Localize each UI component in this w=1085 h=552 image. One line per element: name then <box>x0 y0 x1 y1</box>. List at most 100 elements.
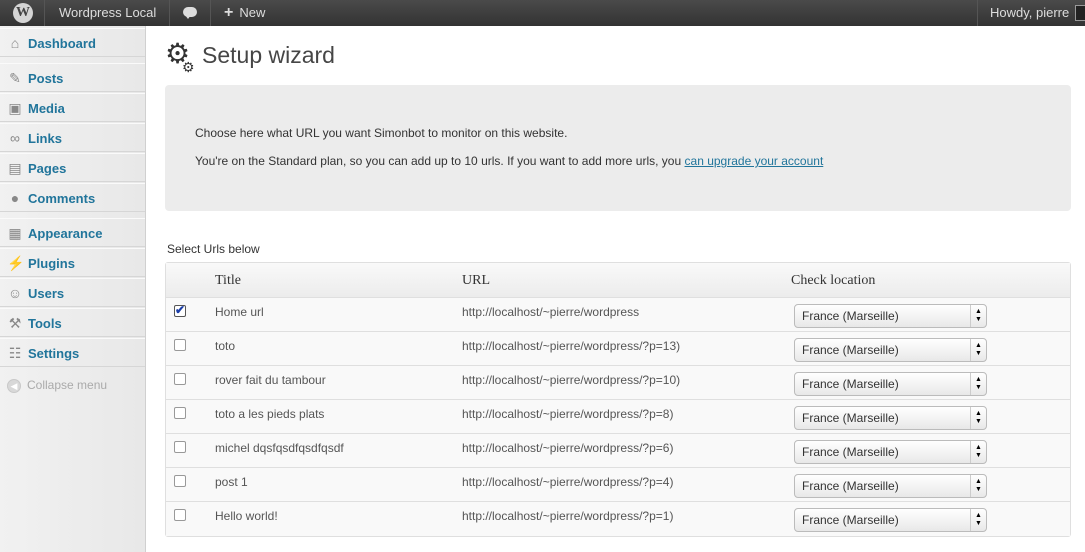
row-url: http://localhost/~pierre/wordpress/?p=8) <box>462 407 674 421</box>
location-select[interactable]: France (Marseille) ▲ ▼ <box>794 508 987 532</box>
table-row: Hello world! http://localhost/~pierre/wor… <box>166 502 1070 536</box>
select-arrows-icon: ▲ ▼ <box>970 509 986 531</box>
wordpress-logo-icon[interactable]: W <box>8 0 38 26</box>
collapse-arrow-icon: ◀ <box>7 378 21 393</box>
link-icon: ∞ <box>10 130 20 146</box>
row-title: rover fait du tambour <box>215 373 326 387</box>
table-row: toto http://localhost/~pierre/wordpress/?… <box>166 332 1070 366</box>
location-value: France (Marseille) <box>802 513 899 527</box>
row-url: http://localhost/~pierre/wordpress/?p=10… <box>462 373 681 387</box>
site-name-link[interactable]: Wordpress Local <box>59 0 156 26</box>
location-value: France (Marseille) <box>802 445 899 459</box>
info-notice: Choose here what URL you want Simonbot t… <box>165 85 1071 211</box>
row-url: http://localhost/~pierre/wordpress/?p=6) <box>462 441 674 455</box>
row-title: michel dqsfqsdfqsdfqsdf <box>215 441 344 455</box>
notice-text: Choose here what URL you want Simonbot t… <box>195 126 568 140</box>
url-checkbox[interactable] <box>174 441 186 453</box>
gears-icon: ⚙ ⚙ <box>165 38 195 75</box>
location-value: France (Marseille) <box>802 343 899 357</box>
table-header: Title URL Check location <box>166 263 1070 298</box>
divider <box>977 0 978 26</box>
appearance-icon: ▦ <box>8 225 22 241</box>
row-title: toto a les pieds plats <box>215 407 325 421</box>
sidebar-item-comments[interactable]: ● Comments <box>0 183 145 212</box>
url-checkbox[interactable] <box>174 303 186 317</box>
select-arrows-icon: ▲ ▼ <box>970 475 986 497</box>
sidebar-item-tools[interactable]: ⚒ Tools <box>0 308 145 337</box>
url-checkbox[interactable] <box>174 373 186 385</box>
location-value: France (Marseille) <box>802 377 899 391</box>
sidebar-item-appearance[interactable]: ▦ Appearance <box>0 218 145 247</box>
upgrade-account-link[interactable]: can upgrade your account <box>685 154 824 168</box>
sidebar-item-label: Settings <box>28 346 80 361</box>
select-arrows-icon: ▲ ▼ <box>970 441 986 463</box>
sidebar-item-label: Comments <box>28 191 96 206</box>
sidebar-item-links[interactable]: ∞ Links <box>0 123 145 152</box>
location-select[interactable]: France (Marseille) ▲ ▼ <box>794 406 987 430</box>
collapse-menu-label: Collapse menu <box>27 378 108 392</box>
sidebar-item-media[interactable]: ▣ Media <box>0 93 145 122</box>
settings-icon: ☷ <box>8 345 22 361</box>
account-menu[interactable]: Howdy, pierre <box>990 0 1069 26</box>
location-select[interactable]: France (Marseille) ▲ ▼ <box>794 304 987 328</box>
sidebar-item-label: Media <box>28 101 65 116</box>
table-row: toto a les pieds plats http://localhost/~… <box>166 400 1070 434</box>
column-header-url: URL <box>462 273 490 288</box>
plan-text: You're on the Standard plan, so you can … <box>195 154 682 168</box>
row-url: http://localhost/~pierre/wordpress/?p=13… <box>462 339 681 353</box>
plug-icon: ⚡ <box>7 255 25 271</box>
sidebar-item-settings[interactable]: ☷ Settings <box>0 338 145 367</box>
new-label: New <box>239 5 266 20</box>
column-header-title: Title <box>215 273 241 288</box>
row-url: http://localhost/~pierre/wordpress <box>462 305 640 319</box>
row-title: Home url <box>215 305 264 319</box>
dashboard-icon: ⌂ <box>10 35 20 51</box>
url-checkbox[interactable] <box>174 339 186 351</box>
row-title: toto <box>215 339 236 353</box>
table-row: michel dqsfqsdfqsdfqsdf http://localhost/… <box>166 434 1070 468</box>
admin-bar: W Wordpress Local + New Howdy, pierre <box>0 0 1085 26</box>
row-title: Hello world! <box>215 509 278 523</box>
location-select[interactable]: France (Marseille) ▲ ▼ <box>794 440 987 464</box>
sidebar-item-label: Users <box>28 286 65 301</box>
url-table: Title URL Check location Home url http://… <box>165 262 1071 537</box>
select-arrows-icon: ▲ ▼ <box>970 305 986 327</box>
sidebar-item-pages[interactable]: ▤ Pages <box>0 153 145 182</box>
row-title: post 1 <box>215 475 248 489</box>
divider <box>210 0 211 26</box>
location-value: France (Marseille) <box>802 309 899 323</box>
row-url: http://localhost/~pierre/wordpress/?p=4) <box>462 475 674 489</box>
location-value: France (Marseille) <box>802 479 899 493</box>
plus-icon: + <box>224 4 234 21</box>
comments-icon[interactable] <box>181 0 201 26</box>
divider <box>44 0 45 26</box>
select-arrows-icon: ▲ ▼ <box>970 339 986 361</box>
sidebar-item-plugins[interactable]: ⚡ Plugins <box>0 248 145 277</box>
divider <box>169 0 170 26</box>
collapse-menu-button[interactable]: ◀ Collapse menu <box>7 375 107 395</box>
sidebar-item-users[interactable]: ☺ Users <box>0 278 145 307</box>
sidebar-item-label: Posts <box>28 71 64 86</box>
select-arrows-icon: ▲ ▼ <box>970 407 986 429</box>
sidebar-item-label: Pages <box>28 161 67 176</box>
sidebar-item-posts[interactable]: ✎ Posts <box>0 63 145 92</box>
pin-icon: ✎ <box>9 70 21 86</box>
users-icon: ☺ <box>7 285 23 301</box>
comment-icon: ● <box>10 190 20 206</box>
url-checkbox[interactable] <box>174 509 186 521</box>
url-checkbox[interactable] <box>174 475 186 487</box>
sidebar-item-label: Appearance <box>28 226 103 241</box>
avatar[interactable] <box>1075 5 1085 21</box>
location-select[interactable]: France (Marseille) ▲ ▼ <box>794 474 987 498</box>
location-select[interactable]: France (Marseille) ▲ ▼ <box>794 338 987 362</box>
location-select[interactable]: France (Marseille) ▲ ▼ <box>794 372 987 396</box>
location-value: France (Marseille) <box>802 411 899 425</box>
new-content-menu[interactable]: + New <box>224 0 265 26</box>
tools-icon: ⚒ <box>8 315 22 331</box>
select-arrows-icon: ▲ ▼ <box>970 373 986 395</box>
sidebar-item-dashboard[interactable]: ⌂ Dashboard <box>0 28 145 57</box>
table-row: post 1 http://localhost/~pierre/wordpress… <box>166 468 1070 502</box>
main-content: ⚙ ⚙ Setup wizard Choose here what URL you… <box>147 26 1085 552</box>
sidebar-item-label: Tools <box>28 316 62 331</box>
url-checkbox[interactable] <box>174 407 186 419</box>
